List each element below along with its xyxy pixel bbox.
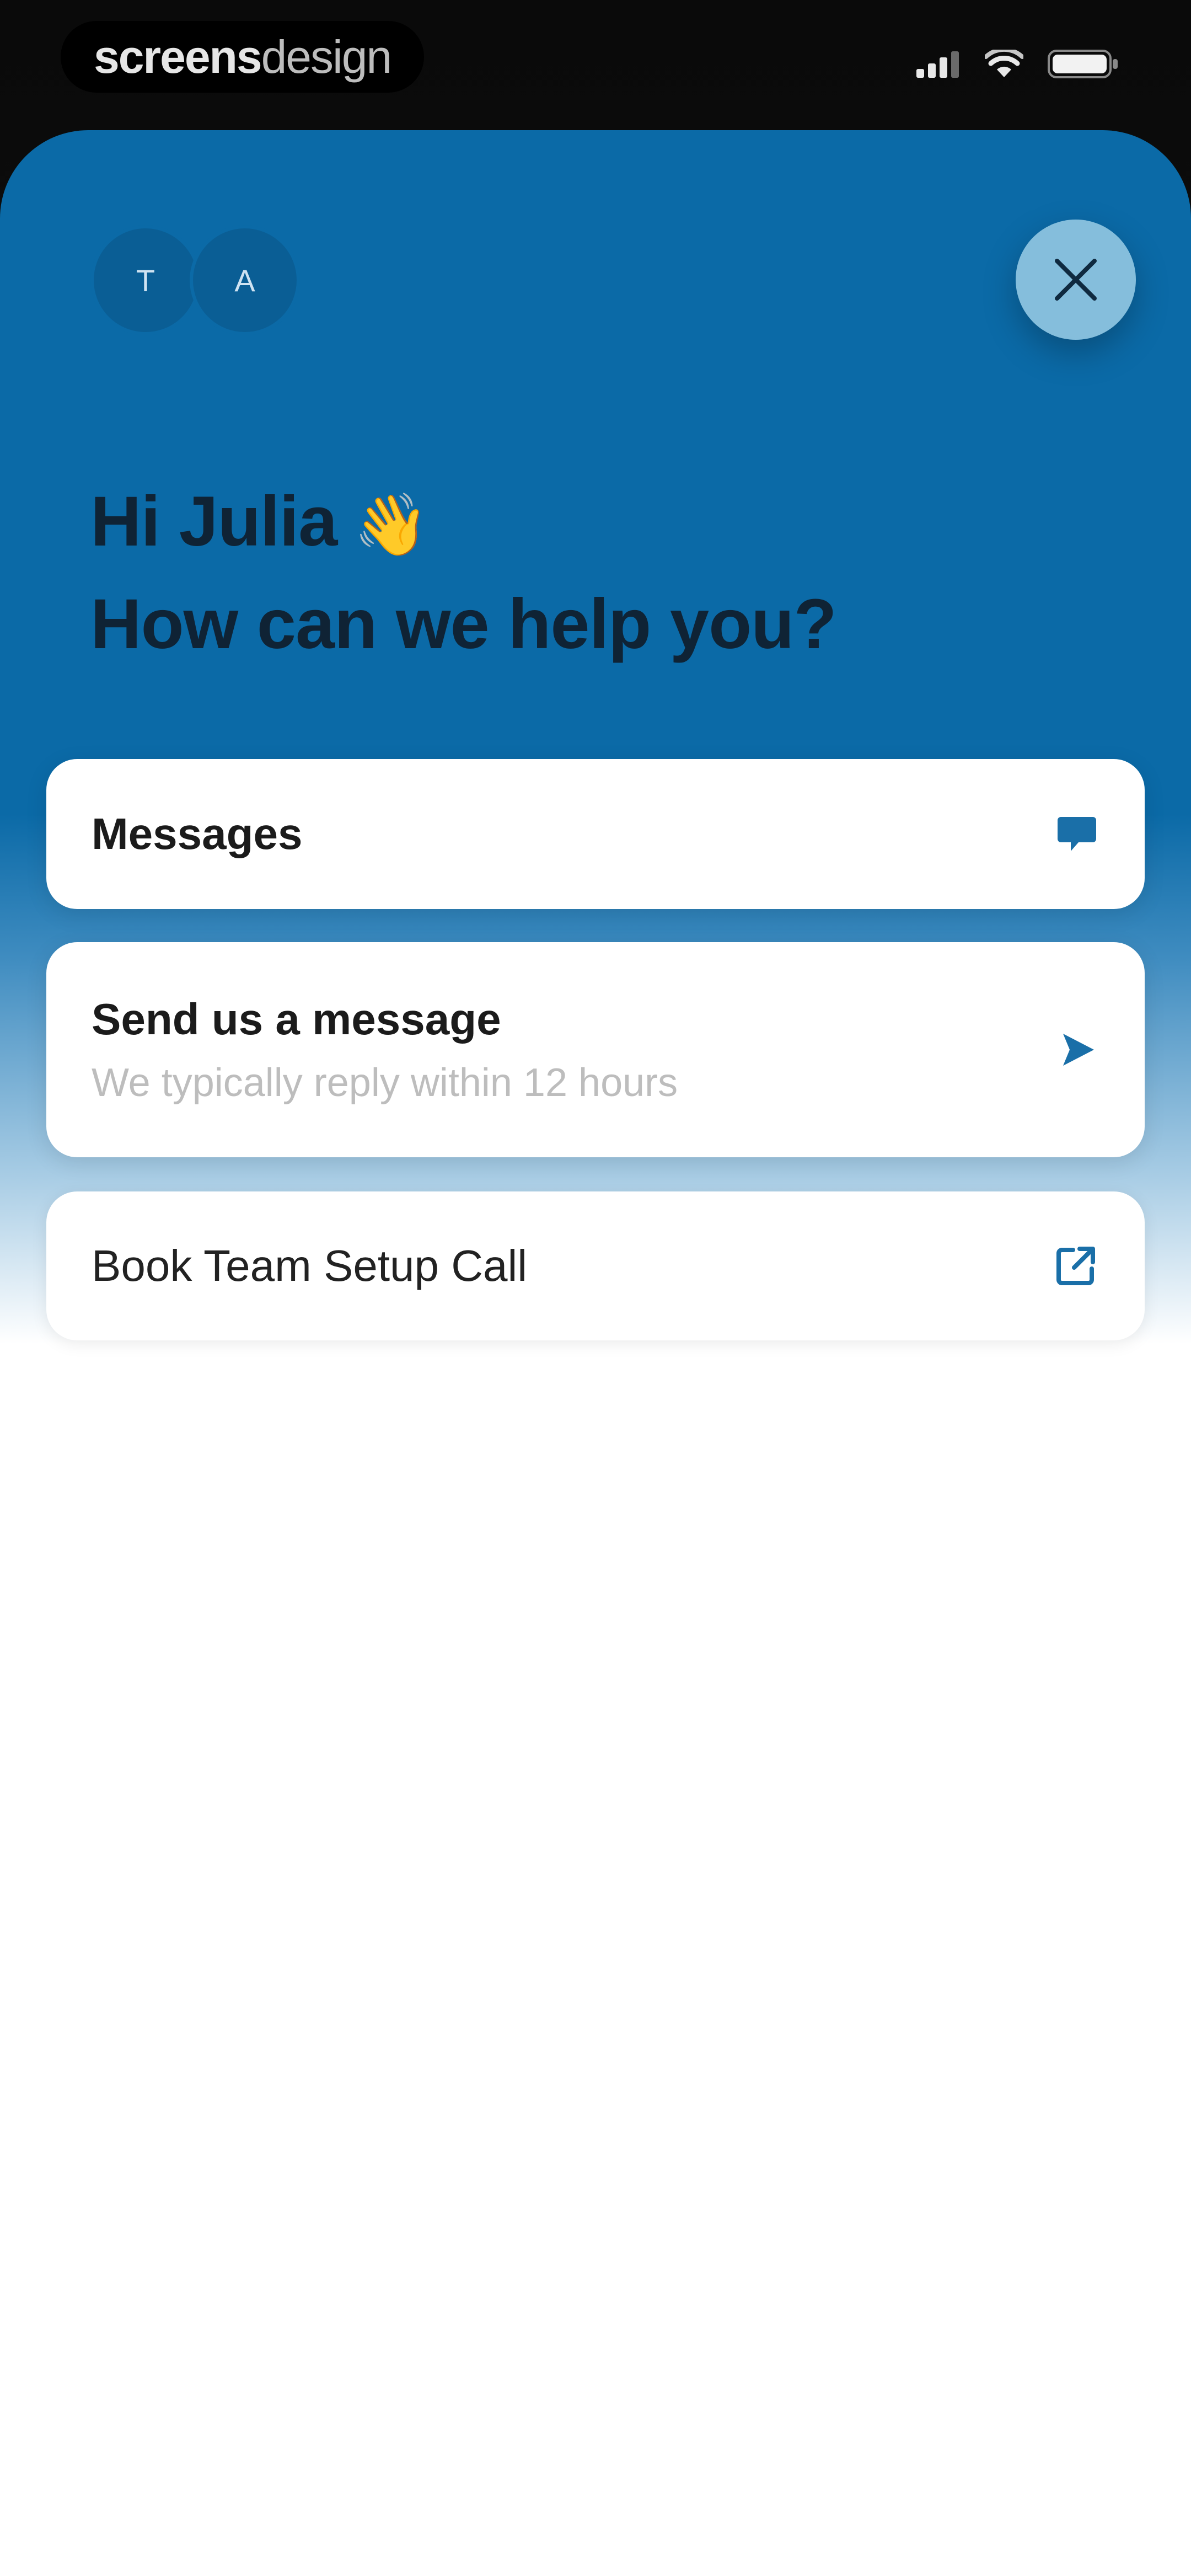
app-screen: screens design T A Hi Julia 👋 How can we… [0,0,1191,2576]
greeting-line-1: Hi Julia 👋 [90,472,836,575]
send-message-title: Send us a message [92,995,501,1044]
cellular-signal-icon [916,50,961,78]
messages-card[interactable]: Messages [46,759,1145,909]
avatar: A [190,225,300,335]
status-icons [916,49,1119,79]
battery-icon [1048,49,1119,79]
brand-light-text: design [261,30,393,83]
avatar: T [90,225,201,335]
status-bar: screens design [0,0,1191,127]
greeting: Hi Julia 👋 How can we help you? [90,472,837,674]
help-sheet: T A Hi Julia 👋 How can we help you? Messa… [0,130,1191,2576]
close-button[interactable] [1016,220,1136,340]
greeting-line-2: How can we help you? [90,585,837,664]
send-message-card[interactable]: Send us a message We typically reply wit… [46,942,1145,1157]
book-call-card[interactable]: Book Team Setup Call [46,1191,1145,1340]
messages-card-title: Messages [92,809,303,858]
chat-bubble-icon [1056,814,1097,854]
send-message-subtitle: We typically reply within 12 hours [92,1061,678,1105]
team-avatars: T A [90,225,300,335]
wifi-icon [985,50,1023,78]
greeting-name: Hi Julia [90,482,337,561]
close-icon [1055,259,1097,301]
external-link-icon [1054,1244,1097,1287]
send-message-text: Send us a message We typically reply wit… [92,994,678,1105]
wave-emoji-icon: 👋 [353,491,429,559]
brand-bold-text: screens [94,30,262,83]
send-arrow-icon [1059,1030,1097,1069]
book-call-title: Book Team Setup Call [92,1241,528,1290]
brand-watermark: screens design [61,21,425,93]
